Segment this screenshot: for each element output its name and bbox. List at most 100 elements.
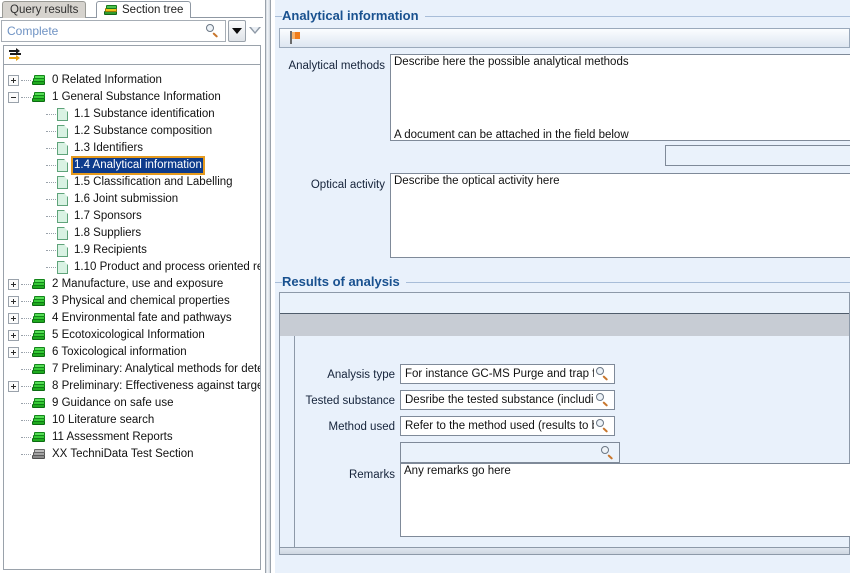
tree-toolbar xyxy=(3,45,261,65)
tree-item[interactable]: 1.3 Identifiers xyxy=(4,140,260,157)
tree-item[interactable]: 1.10 Product and process oriented re xyxy=(4,259,260,276)
expand-toggle-icon[interactable] xyxy=(8,330,19,341)
tree-item[interactable]: 1.2 Substance composition xyxy=(4,123,260,140)
tree-item-label: 1.1 Substance identification xyxy=(74,108,215,120)
tree-connector xyxy=(46,113,56,116)
expand-toggle-icon[interactable] xyxy=(8,279,19,290)
tree-item-label: 8 Preliminary: Effectiveness against tar… xyxy=(52,380,261,392)
tree-connector xyxy=(21,351,31,354)
analysis-type-value: For instance GC-MS Purge and trap for im… xyxy=(405,368,594,380)
section-tree-panel[interactable]: 0 Related Information 1 General Substance… xyxy=(3,65,261,570)
section-icon xyxy=(32,380,46,393)
tree-connector xyxy=(46,249,56,252)
tree-connector xyxy=(46,164,56,167)
tree-item[interactable]: XX TechniData Test Section xyxy=(4,446,260,463)
tree-item[interactable]: 5 Ecotoxicological Information xyxy=(4,327,260,344)
triangle-down-icon xyxy=(232,28,242,34)
tree-item[interactable]: 1 General Substance Information xyxy=(4,89,260,106)
tree-item[interactable]: 1.8 Suppliers xyxy=(4,225,260,242)
expand-toggle-icon[interactable] xyxy=(8,347,19,358)
document-icon xyxy=(57,210,68,223)
method-used-input[interactable]: Refer to the method used (results to be … xyxy=(400,416,615,436)
document-icon xyxy=(57,227,68,240)
analytical-methods-line1: Describe here the possible analytical me… xyxy=(394,56,629,68)
analytical-attachment-lookup[interactable] xyxy=(665,145,850,166)
tested-substance-value: Desribe the tested substance (including … xyxy=(405,394,594,406)
tree-item-label: 3 Physical and chemical properties xyxy=(52,295,230,307)
tree-item[interactable]: 8 Preliminary: Effectiveness against tar… xyxy=(4,378,260,395)
remarks-input[interactable]: Any remarks go here xyxy=(400,463,850,537)
tree-item[interactable]: 7 Preliminary: Analytical methods for de… xyxy=(4,361,260,378)
results-of-analysis-frame: Analysis type For instance GC-MS Purge a… xyxy=(279,292,850,555)
tree-item[interactable]: 1.9 Recipients xyxy=(4,242,260,259)
search-icon[interactable] xyxy=(594,418,610,434)
search-icon[interactable] xyxy=(204,23,220,39)
section-icon xyxy=(32,346,46,359)
search-icon[interactable] xyxy=(599,445,615,461)
tree-item[interactable]: 11 Assessment Reports xyxy=(4,429,260,446)
document-icon xyxy=(57,125,68,138)
flag-icon[interactable] xyxy=(288,31,302,45)
document-icon xyxy=(57,193,68,206)
remarks-label: Remarks xyxy=(348,469,395,481)
tab-query-results[interactable]: Query results xyxy=(2,1,87,18)
tree-item[interactable]: 3 Physical and chemical properties xyxy=(4,293,260,310)
tree-item-label: 1.10 Product and process oriented re xyxy=(74,261,261,273)
tree-connector xyxy=(21,385,31,388)
results-attachment-lookup[interactable] xyxy=(400,442,620,463)
collapse-toggle-icon[interactable] xyxy=(8,92,19,103)
tree-connector xyxy=(46,232,56,235)
tree-item-label: 0 Related Information xyxy=(52,74,162,86)
section-icon xyxy=(32,91,46,104)
results-body: Analysis type For instance GC-MS Purge a… xyxy=(294,336,850,547)
tree-item[interactable]: 4 Environmental fate and pathways xyxy=(4,310,260,327)
results-toolbar xyxy=(280,293,849,314)
tab-section-tree[interactable]: Section tree xyxy=(96,1,192,19)
tested-substance-input[interactable]: Desribe the tested substance (including … xyxy=(400,390,615,410)
tree-item[interactable]: 1.7 Sponsors xyxy=(4,208,260,225)
tree-item[interactable]: 1.4 Analytical information xyxy=(4,156,260,175)
tree-toggle-spacer xyxy=(8,449,19,460)
optical-activity-input[interactable]: Describe the optical activity here xyxy=(390,173,850,258)
search-input[interactable]: Complete xyxy=(1,20,226,42)
expand-collapse-icon[interactable] xyxy=(8,48,26,62)
search-icon[interactable] xyxy=(594,366,610,382)
tree-connector xyxy=(21,419,31,422)
tree-item[interactable]: 1.6 Joint submission xyxy=(4,191,260,208)
tree-toggle-spacer xyxy=(8,364,19,375)
search-icon[interactable] xyxy=(594,392,610,408)
tree-item-label: 2 Manufacture, use and exposure xyxy=(52,278,224,290)
tree-item-label: 1.3 Identifiers xyxy=(74,142,144,154)
panel-splitter[interactable] xyxy=(263,0,275,573)
analytical-information-title: Analytical information xyxy=(282,8,425,23)
section-icon xyxy=(32,397,46,410)
tree-item-label: 1.2 Substance composition xyxy=(74,125,213,137)
tree-item[interactable]: 2 Manufacture, use and exposure xyxy=(4,276,260,293)
tree-toggle-spacer xyxy=(33,228,44,239)
section-icon xyxy=(32,278,46,291)
analysis-type-input[interactable]: For instance GC-MS Purge and trap for im… xyxy=(400,364,615,384)
expand-toggle-icon[interactable] xyxy=(8,75,19,86)
tab-strip: Query results Section tree xyxy=(0,0,263,19)
tree-toggle-spacer xyxy=(8,398,19,409)
method-used-value: Refer to the method used (results to be … xyxy=(405,420,594,432)
tree-item-label: 9 Guidance on safe use xyxy=(52,397,174,409)
tree-item-label: 1.7 Sponsors xyxy=(74,210,142,222)
results-bottom-rule xyxy=(280,547,849,554)
tree-item[interactable]: 9 Guidance on safe use xyxy=(4,395,260,412)
tree-item[interactable]: 1.1 Substance identification xyxy=(4,106,260,123)
expand-toggle-icon[interactable] xyxy=(8,313,19,324)
tree-item-label: 5 Ecotoxicological Information xyxy=(52,329,205,341)
section-icon xyxy=(32,414,46,427)
tree-toggle-spacer xyxy=(33,160,44,171)
analytical-methods-input[interactable]: Describe here the possible analytical me… xyxy=(390,54,850,141)
search-dropdown-button[interactable] xyxy=(228,20,246,42)
application-window: Query results Section tree Complete 0 Re… xyxy=(0,0,850,573)
tree-item[interactable]: 6 Toxicological information xyxy=(4,344,260,361)
tree-item[interactable]: 0 Related Information xyxy=(4,72,260,89)
search-filter-button[interactable] xyxy=(248,23,262,37)
expand-toggle-icon[interactable] xyxy=(8,296,19,307)
tree-item[interactable]: 1.5 Classification and Labelling xyxy=(4,174,260,191)
tree-item[interactable]: 10 Literature search xyxy=(4,412,260,429)
expand-toggle-icon[interactable] xyxy=(8,381,19,392)
